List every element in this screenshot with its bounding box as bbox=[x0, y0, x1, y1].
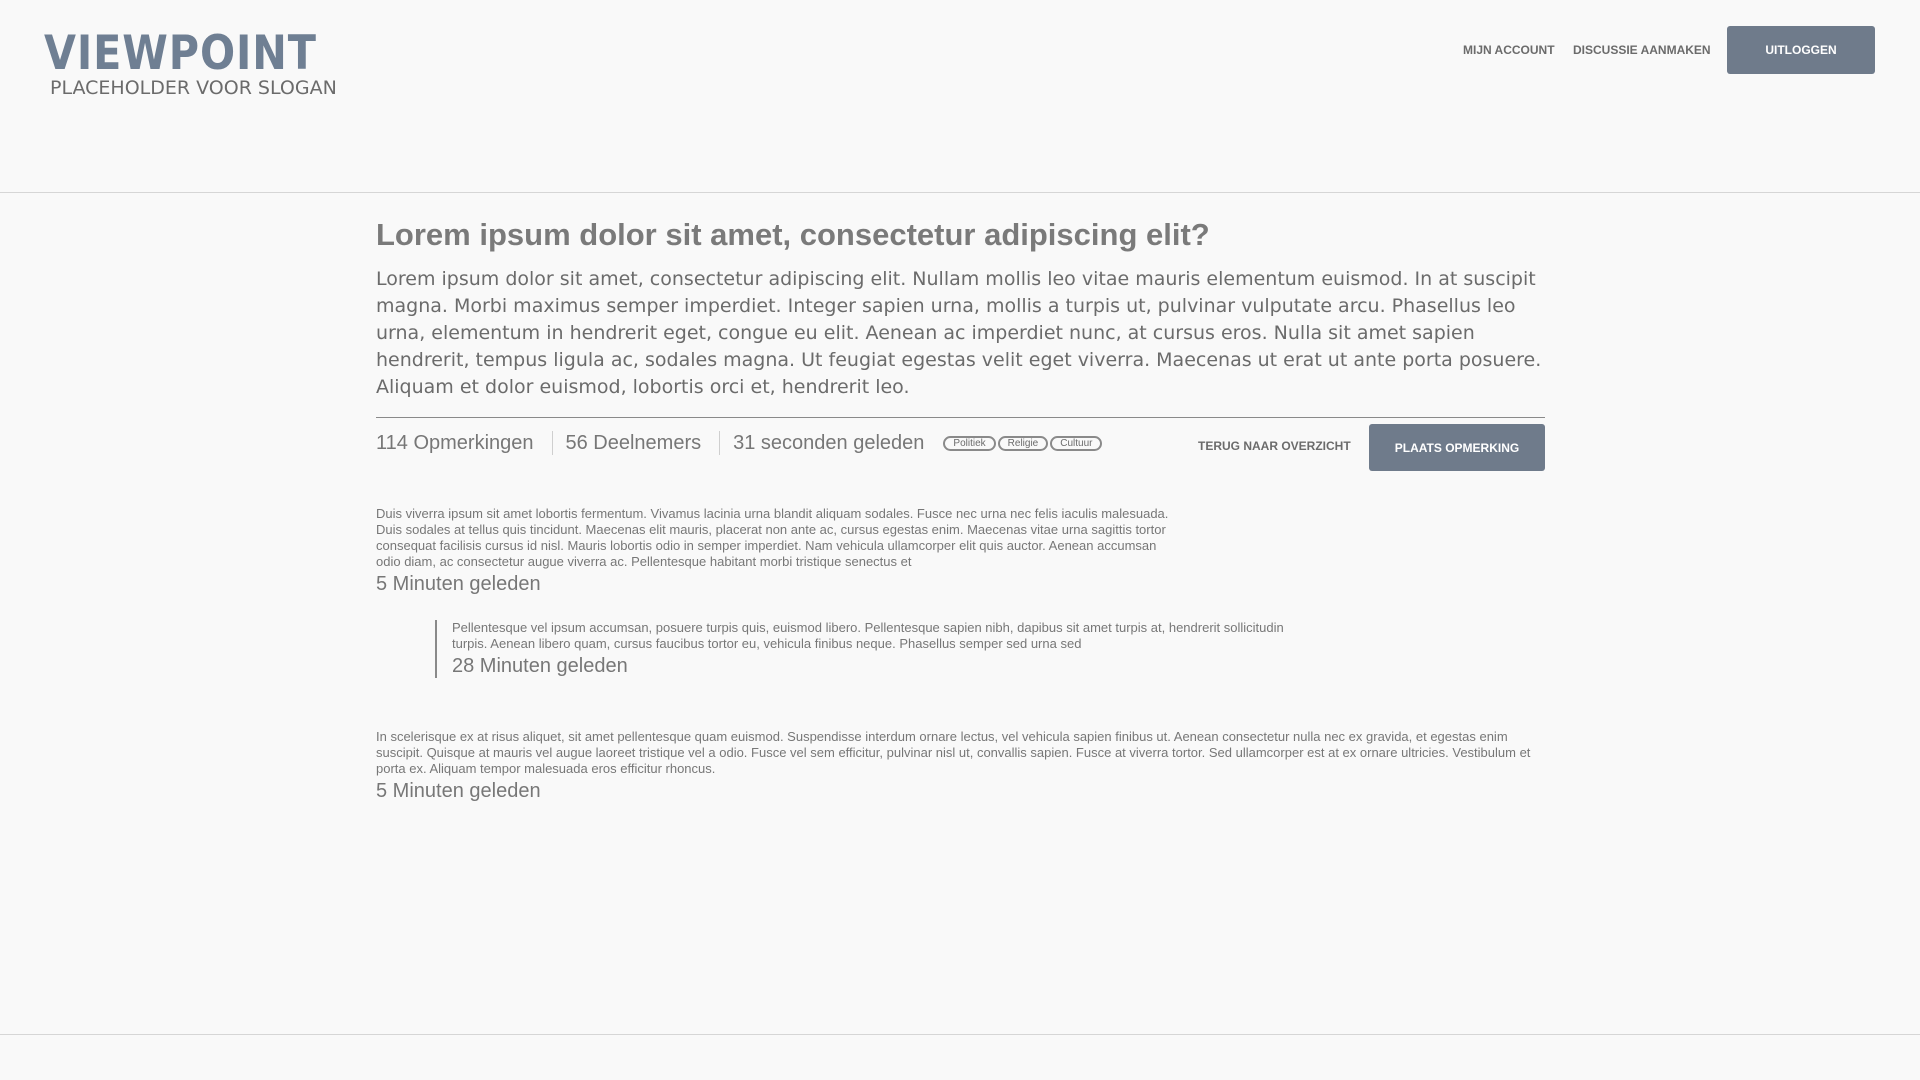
comment: In scelerisque ex at risus aliquet, sit … bbox=[376, 729, 1551, 803]
comment-count: 114 Opmerkingen bbox=[376, 432, 534, 454]
comment: Duis viverra ipsum sit amet lobortis fer… bbox=[376, 506, 1176, 596]
slogan: PLACEHOLDER VOOR SLOGAN bbox=[50, 77, 337, 99]
footer-divider bbox=[0, 1034, 1920, 1035]
divider bbox=[376, 417, 1545, 418]
comment-reply: Pellentesque vel ipsum accumsan, posuere… bbox=[435, 620, 1312, 678]
comment-text: Pellentesque vel ipsum accumsan, posuere… bbox=[452, 620, 1284, 651]
comment-time: 5 Minuten geleden bbox=[376, 573, 541, 595]
create-discussion-link[interactable]: DISCUSSIE AANMAKEN bbox=[1573, 42, 1711, 58]
discussion-stats: 114 Opmerkingen 56 Deelnemers 31 seconde… bbox=[376, 428, 1103, 458]
participant-count: 56 Deelnemers bbox=[551, 431, 720, 455]
tag-list: Politiek Religie Cultuur bbox=[943, 435, 1103, 451]
comment-time: 28 Minuten geleden bbox=[452, 655, 628, 677]
tag-politiek[interactable]: Politiek bbox=[943, 435, 996, 451]
comment-text: In scelerisque ex at risus aliquet, sit … bbox=[376, 729, 1531, 776]
post-comment-button[interactable]: PLAATS OPMERKING bbox=[1369, 424, 1545, 471]
logout-button[interactable]: UITLOGGEN bbox=[1727, 26, 1875, 74]
discussion-body: Lorem ipsum dolor sit amet, consectetur … bbox=[376, 268, 1542, 398]
comment-time: 5 Minuten geleden bbox=[376, 780, 541, 802]
discussion-title: Lorem ipsum dolor sit amet, consectetur … bbox=[376, 217, 1210, 252]
discussion-time: 31 seconden geleden bbox=[719, 431, 942, 455]
tag-cultuur[interactable]: Cultuur bbox=[1050, 435, 1103, 451]
my-account-link[interactable]: MIJN ACCOUNT bbox=[1463, 42, 1555, 58]
tag-religie[interactable]: Religie bbox=[997, 435, 1049, 451]
logo[interactable]: VIEWPOINT bbox=[44, 26, 317, 82]
comment-text: Duis viverra ipsum sit amet lobortis fer… bbox=[376, 506, 1169, 569]
back-to-overview-link[interactable]: TERUG NAAR OVERZICHT bbox=[1198, 439, 1351, 453]
page: VIEWPOINT PLACEHOLDER VOOR SLOGAN MIJN A… bbox=[0, 0, 1920, 1080]
site-header: VIEWPOINT PLACEHOLDER VOOR SLOGAN MIJN A… bbox=[0, 0, 1920, 193]
